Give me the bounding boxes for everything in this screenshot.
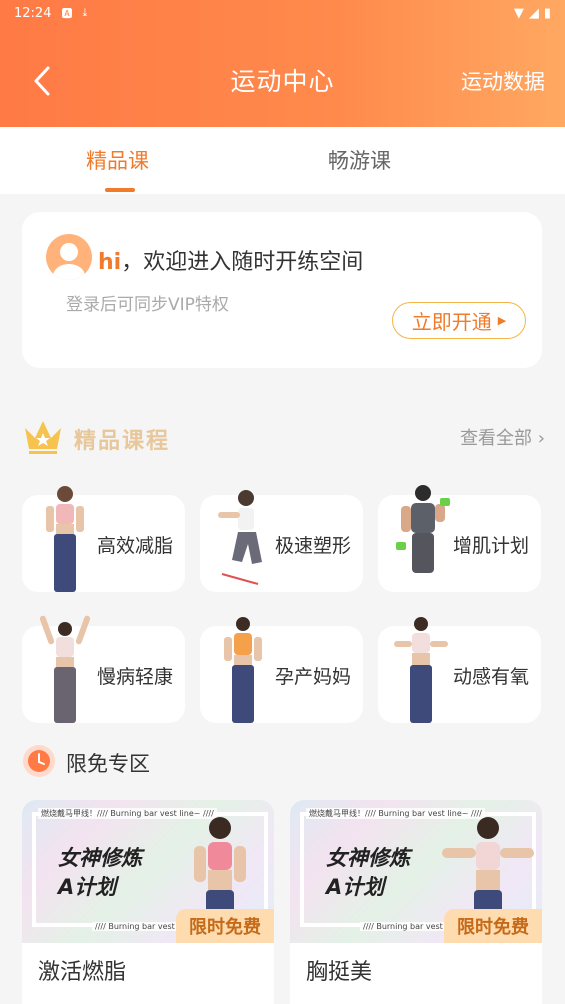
signal-icon: ◢	[528, 5, 539, 21]
view-all-link[interactable]: 查看全部 ›	[460, 424, 545, 450]
active-tab-indicator	[105, 188, 135, 192]
promo-title: 胸挺美	[306, 960, 373, 985]
notification-a-icon: 🅰	[61, 7, 73, 20]
course-tabs: 精品课 畅游课	[0, 127, 565, 194]
banner-headline: 女神修炼 A计划	[58, 844, 142, 902]
tab-unlimited-course[interactable]: 畅游课	[328, 145, 391, 175]
category-label: 增肌计划	[453, 535, 530, 557]
promo-title: 激活燃脂	[38, 960, 127, 985]
banner-bottom-text: //// Burning bar vest li	[360, 922, 453, 931]
banner-line-2: A计划	[326, 875, 385, 899]
open-vip-label: 立即开通	[411, 310, 492, 334]
banner-line-2: A计划	[58, 875, 117, 899]
category-aerobic[interactable]: 动感有氧	[378, 617, 541, 723]
female-trainer-aerobic-image	[394, 617, 448, 723]
battery-icon: ▮	[543, 5, 551, 21]
section-title-premium: 精品课程	[74, 429, 171, 454]
category-fat-burn[interactable]: 高效减脂	[22, 486, 185, 592]
banner-line-1: 女神修炼	[58, 846, 142, 870]
category-label: 孕产妈妈	[275, 666, 352, 688]
category-muscle-gain[interactable]: 增肌计划	[378, 485, 541, 592]
header-bar: 12:24 🅰 ⤓ ▼ ◢ ▮ 运动中心 运动数据	[0, 0, 565, 127]
banner-line-1: 女神修炼	[326, 846, 410, 870]
user-icon	[53, 243, 85, 280]
category-label: 动感有氧	[453, 666, 530, 688]
wifi-icon: ▼	[513, 5, 524, 21]
female-trainer-stretch-image	[39, 615, 91, 723]
clock-icon	[23, 745, 55, 777]
category-pregnancy[interactable]: 孕产妈妈	[200, 617, 363, 723]
crown-icon	[25, 421, 61, 454]
promo-card-activate-fat-burn[interactable]: 燃烧戴马甲线！//// Burning bar vest line~ //// …	[22, 800, 274, 1004]
banner-bottom-text: //// Burning bar vest li	[92, 922, 185, 931]
status-icons: ▼ ◢ ▮	[514, 6, 551, 21]
female-trainer-pregnancy-image	[224, 617, 262, 723]
login-subtitle: 登录后可同步VIP特权	[66, 295, 229, 315]
female-trainer-image	[46, 486, 84, 592]
category-chronic-health[interactable]: 慢病轻康	[22, 615, 185, 723]
category-label: 慢病轻康	[97, 666, 174, 688]
female-trainer-squat-image	[218, 490, 262, 585]
play-triangle-icon: ▶	[497, 314, 507, 327]
limited-free-badge: 限时免费	[444, 909, 542, 943]
premium-courses-header: 精品课程 查看全部 ›	[22, 414, 545, 458]
chevron-right-icon: ›	[537, 428, 545, 449]
greeting-hi: hi	[98, 250, 122, 275]
avatar[interactable]	[46, 234, 92, 280]
view-all-label: 查看全部	[460, 428, 533, 449]
open-vip-button[interactable]: 立即开通 ▶	[392, 302, 526, 339]
promo-card-chest-firming[interactable]: 燃烧戴马甲线！//// Burning bar vest line~ //// …	[290, 800, 542, 1004]
tab-premium-course[interactable]: 精品课	[86, 145, 149, 175]
category-fast-shaping[interactable]: 极速塑形	[200, 490, 363, 592]
status-bar: 12:24 🅰 ⤓ ▼ ◢ ▮	[14, 2, 551, 24]
greeting-text: ，欢迎进入随时开练空间	[121, 250, 364, 275]
login-card: hi，欢迎进入随时开练空间 登录后可同步VIP特权 立即开通 ▶	[22, 212, 542, 368]
category-label: 高效减脂	[97, 535, 174, 557]
category-label: 极速塑形	[275, 535, 352, 557]
free-zone-header: 限免专区	[22, 742, 322, 782]
status-time: 12:24	[14, 5, 52, 21]
limited-free-badge: 限时免费	[176, 909, 274, 943]
banner-headline: 女神修炼 A计划	[326, 844, 410, 902]
download-icon: ⤓	[82, 6, 88, 19]
male-trainer-dumbbell-image	[396, 485, 450, 573]
greeting: hi，欢迎进入随时开练空间	[98, 244, 363, 276]
section-title-free: 限免专区	[66, 752, 150, 776]
sport-data-link[interactable]: 运动数据	[461, 66, 545, 96]
